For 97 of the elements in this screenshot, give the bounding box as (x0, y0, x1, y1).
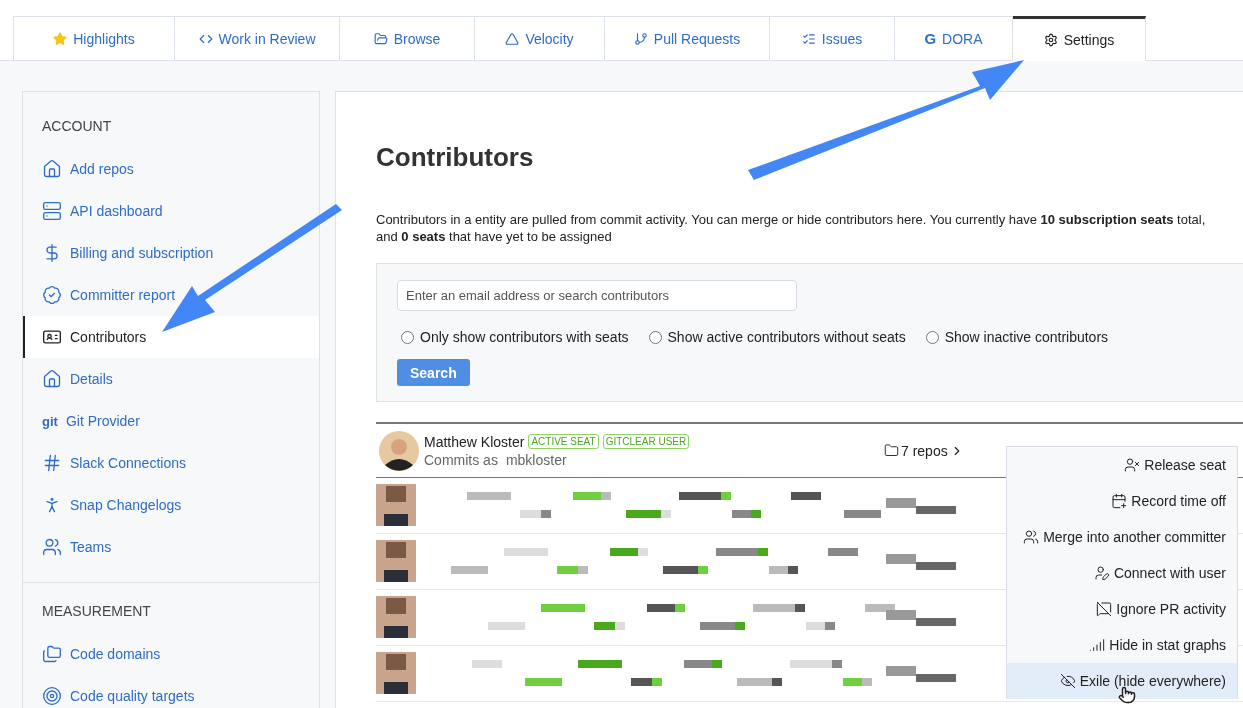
radio-button[interactable] (648, 330, 662, 344)
signal-icon (1089, 637, 1106, 653)
nav-tab[interactable]: Settings (1013, 16, 1146, 61)
menu-label: Record time off (1131, 493, 1226, 509)
tab-label: DORA (942, 30, 983, 47)
menu-item[interactable]: Merge into another committer (1007, 519, 1237, 555)
user-x-icon (1124, 457, 1141, 473)
nav-tab[interactable]: Work in Review (175, 16, 340, 60)
item-label: Snap Changelogs (70, 497, 182, 513)
folder-icon (373, 31, 388, 46)
sidebar-item[interactable]: Contributors (23, 316, 319, 358)
sidebar-item[interactable]: Code quality targets (23, 675, 319, 708)
tab-label: Work in Review (218, 30, 316, 47)
commits-as-label: Commits as (424, 451, 498, 468)
menu-item[interactable]: Exile (hide everywhere) (1007, 663, 1237, 699)
nav-tab[interactable]: Pull Requests (605, 16, 770, 60)
menu-label: Merge into another committer (1043, 529, 1226, 545)
radio-label: Show inactive contributors (944, 329, 1109, 345)
item-label: Git Provider (65, 413, 140, 429)
tab-label: Pull Requests (653, 30, 741, 47)
menu-label: Ignore PR activity (1116, 601, 1226, 617)
target-icon (42, 686, 62, 706)
menu-item[interactable]: Connect with user (1007, 555, 1237, 591)
search-field[interactable]: Enter an email address or search contributors (397, 280, 797, 311)
search-button[interactable]: Search (397, 359, 470, 386)
star-icon (53, 31, 68, 46)
item-label: API dashboard (70, 203, 163, 219)
sidebar-item[interactable]: Add repos (23, 148, 319, 190)
tab-label: Settings (1063, 32, 1115, 48)
nav-tab[interactable]: Velocity (475, 16, 605, 60)
item-label: Details (70, 371, 113, 387)
nav-tab[interactable]: G DORA (895, 16, 1013, 60)
item-label: Billing and subscription (70, 245, 214, 261)
server-icon (42, 201, 62, 221)
user-pen-icon (1093, 565, 1110, 581)
repos-link[interactable]: 7 repos (884, 442, 964, 459)
status-badge: GITCLEAR USER (602, 434, 690, 449)
logo-icon: G (924, 30, 937, 47)
menu-label: Connect with user (1113, 565, 1226, 581)
nav-tab[interactable]: Browse (340, 16, 475, 60)
menu-item[interactable]: Release seat (1007, 447, 1237, 483)
item-label: Teams (70, 539, 112, 555)
eye-off-icon (1059, 673, 1076, 689)
section-heading: ACCOUNT (41, 118, 113, 136)
hash-icon (42, 453, 62, 473)
repos-label: 7 repos (901, 442, 948, 459)
nav-tab[interactable]: Highlights (13, 16, 175, 60)
tab-label: Highlights (73, 30, 135, 47)
item-label: Contributors (70, 329, 147, 345)
item-label: Code domains (70, 646, 161, 662)
tab-label: Browse (393, 30, 441, 47)
radio-button[interactable] (925, 330, 939, 344)
users-icon (1023, 529, 1040, 545)
sidebar-item[interactable]: Billing and subscription (23, 232, 319, 274)
radio-label: Show active contributors without seats (667, 329, 906, 345)
status-badge: ACTIVE SEAT (528, 434, 599, 449)
tab-label: Velocity (525, 30, 574, 47)
page-title: Contributors (376, 142, 535, 173)
branch-icon (633, 31, 648, 46)
menu-label: Hide in stat graphs (1109, 637, 1226, 653)
sidebar-item[interactable]: Snap Changelogs (23, 484, 319, 526)
folder-icon (884, 443, 899, 458)
item-label: Code quality targets (70, 688, 195, 704)
radio-button[interactable] (401, 330, 414, 344)
badge-check-icon (42, 285, 62, 305)
sidebar-item[interactable]: Details (23, 358, 319, 400)
calendar-plus-icon (1111, 493, 1128, 509)
sidebar-item[interactable]: Slack Connections (23, 442, 319, 484)
house-icon (42, 369, 62, 389)
sidebar-item[interactable]: Teams (23, 526, 319, 568)
menu-label: Exile (hide everywhere) (1079, 673, 1226, 689)
commit-handle: mbkloster (505, 451, 567, 468)
settings-icon (1043, 33, 1058, 47)
git-icon: git (42, 413, 58, 429)
menu-label: Release seat (1144, 457, 1226, 473)
sidebar-item[interactable]: Code domains (23, 633, 319, 675)
item-label: Committer report (70, 287, 176, 303)
menu-item[interactable]: Hide in stat graphs (1007, 627, 1237, 663)
radio-label: Only show contributors with seats (420, 329, 629, 345)
sidebar-item[interactable]: Committer report (23, 274, 319, 316)
message-off-icon (1096, 601, 1113, 617)
sidebar-item[interactable]: git Git Provider (23, 400, 319, 442)
menu-item[interactable]: Ignore PR activity (1007, 591, 1237, 627)
avatar (379, 430, 419, 471)
item-label: Slack Connections (70, 455, 186, 471)
contributor-name: Matthew Kloster (424, 433, 525, 450)
menu-item[interactable]: Record time off (1007, 483, 1237, 519)
description: Contributors in a entity are pulled from commit activity. You can merge or hide contributors here. You currently have 10 subscription seats total, and 0 seats that have yet to be assigned (376, 211, 1207, 245)
folders-icon (42, 644, 62, 664)
checklist-icon (801, 31, 816, 46)
tab-label: Issues (821, 30, 863, 47)
nav-tab[interactable]: Issues (770, 16, 895, 60)
section-heading: MEASUREMENT (41, 603, 152, 621)
users-icon (42, 537, 62, 557)
triangle-icon (505, 31, 520, 46)
sidebar-item[interactable]: API dashboard (23, 190, 319, 232)
item-label: Add repos (70, 161, 134, 177)
